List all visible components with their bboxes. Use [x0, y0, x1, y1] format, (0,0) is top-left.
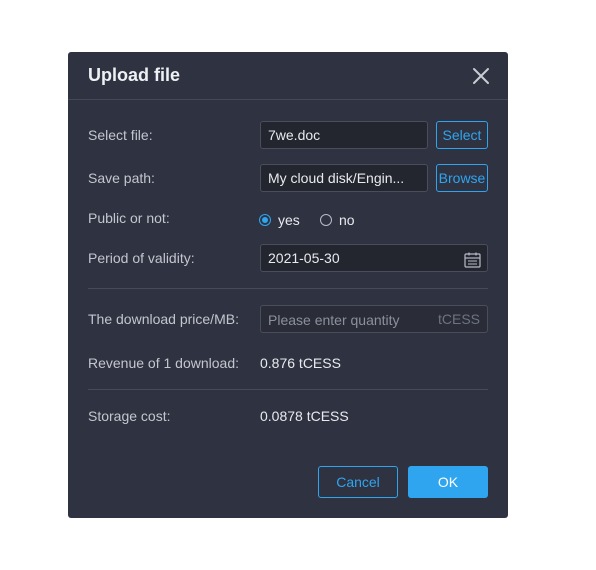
public-label: Public or not: — [88, 210, 170, 226]
radio-yes-label: yes — [278, 212, 300, 228]
upload-file-dialog: Upload file Select file: 7we.doc Select … — [68, 52, 508, 518]
calendar-icon[interactable] — [464, 250, 481, 268]
radio-no-label: no — [339, 212, 355, 228]
save-path-label: Save path: — [88, 170, 155, 186]
storage-cost-value: 0.0878 tCESS — [260, 408, 349, 424]
radio-yes-indicator — [259, 214, 271, 226]
revenue-value: 0.876 tCESS — [260, 355, 341, 371]
select-file-label: Select file: — [88, 127, 153, 143]
dialog-header: Upload file — [68, 52, 508, 100]
divider — [88, 288, 488, 289]
browse-button[interactable]: Browse — [436, 164, 488, 192]
validity-date-field[interactable]: 2021-05-30 — [260, 244, 488, 272]
close-icon[interactable] — [472, 67, 490, 85]
download-price-input[interactable] — [261, 306, 440, 334]
ok-button[interactable]: OK — [408, 466, 488, 498]
storage-cost-label: Storage cost: — [88, 408, 171, 424]
radio-no[interactable]: no — [320, 212, 355, 228]
price-unit: tCESS — [437, 311, 480, 327]
revenue-label: Revenue of 1 download: — [88, 355, 239, 371]
download-price-label: The download price/MB: — [88, 311, 239, 327]
radio-yes[interactable]: yes — [259, 212, 300, 228]
validity-label: Period of validity: — [88, 250, 195, 266]
download-price-field: tCESS — [260, 305, 488, 334]
save-path-field[interactable]: My cloud disk/Engin... — [260, 164, 428, 192]
select-file-button[interactable]: Select — [436, 121, 488, 149]
validity-date-value: 2021-05-30 — [268, 250, 340, 266]
dialog-title: Upload file — [88, 65, 181, 85]
select-file-field[interactable]: 7we.doc — [260, 121, 428, 149]
radio-no-indicator — [320, 214, 332, 226]
cancel-button[interactable]: Cancel — [318, 466, 398, 498]
divider — [88, 389, 488, 390]
